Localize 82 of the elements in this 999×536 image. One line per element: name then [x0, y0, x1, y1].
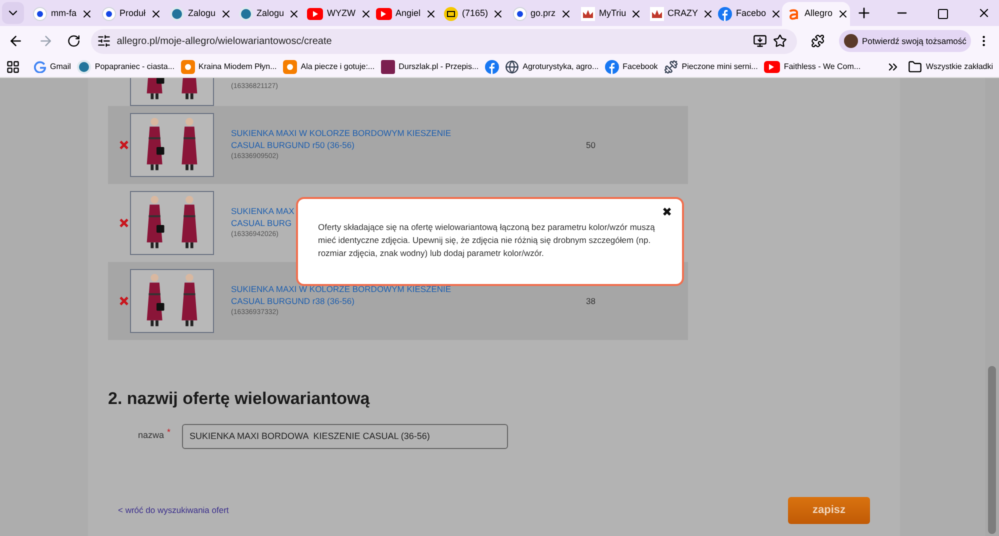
browser-tab[interactable]: Produł	[96, 2, 165, 26]
bookmark[interactable]: Faithless - We Com...	[764, 60, 861, 72]
crown-icon	[581, 7, 595, 21]
browser-tab[interactable]: Zalogu	[165, 2, 234, 26]
globe-icon	[504, 60, 519, 74]
wordpress-icon	[76, 60, 91, 74]
play-icon	[376, 8, 392, 20]
close-button[interactable]: ✖	[662, 203, 672, 221]
back-icon[interactable]	[8, 33, 24, 49]
browser-tab[interactable]: Facebo	[713, 2, 782, 26]
extensions-icon[interactable]	[811, 34, 825, 48]
url-field[interactable]: allegro.pl/moje-allegro/wielowariantowosc/create	[90, 28, 798, 54]
install-icon[interactable]	[753, 34, 768, 48]
close-tab-icon[interactable]	[288, 8, 300, 20]
quantity: 38	[586, 294, 596, 308]
restore-icon[interactable]	[937, 8, 949, 20]
wordpress-icon	[238, 7, 252, 21]
close-tab-icon[interactable]	[424, 8, 437, 20]
bookmark-star-icon[interactable]	[773, 34, 788, 48]
google-icon	[34, 60, 46, 72]
browser-tab[interactable]: MyTriu	[576, 2, 644, 26]
browser-tab[interactable]: Angiel	[370, 2, 439, 26]
section-title: 2. nazwij ofertę wielowariantową	[108, 388, 371, 410]
close-icon[interactable]	[977, 6, 991, 20]
close-tab-icon[interactable]	[150, 8, 162, 20]
bookmark[interactable]: Durszlak.pl - Przepis...	[380, 60, 479, 74]
close-tab-icon[interactable]	[770, 8, 782, 20]
page-icon	[102, 7, 116, 21]
browser-tab[interactable]: mm-fa	[28, 2, 96, 26]
modal-message: Oferty składające się na ofertę wielowariantową łączoną bez parametru kolor/wzór muszą mieć identyczne zdjęcia. Upewnij się, że zdjęcia nie różnią się drobnym szczegółem (np. rozmiar zdjęcia, znak wodny) lub dodaj parametr kolor/wzór.	[318, 221, 656, 260]
reload-icon[interactable]	[67, 34, 81, 48]
mail-icon	[444, 7, 458, 21]
bookmark[interactable]: Pieczone mini serni...	[664, 60, 758, 74]
bookmark-icon	[380, 60, 395, 74]
folder-icon	[908, 60, 922, 74]
play-icon	[764, 60, 780, 72]
new-tab-icon[interactable]	[856, 5, 872, 21]
close-tab-icon[interactable]	[220, 8, 232, 20]
name-input[interactable]: SUKIENKA MAXI BORDOWA KIESZENIE CASUAL (36-56)	[182, 424, 508, 448]
close-tab-icon[interactable]	[560, 8, 572, 20]
bookmark[interactable]: Ala piecze i gotuje:...	[282, 60, 375, 74]
allegro-icon	[786, 7, 800, 21]
browser-tab[interactable]: WYZW	[302, 2, 370, 26]
play-icon	[307, 8, 323, 20]
browser-tab[interactable]: Zalogu	[234, 2, 302, 26]
avatar-icon	[844, 34, 858, 48]
bookmark[interactable]: Gmail	[34, 60, 71, 72]
close-tab-icon[interactable]	[492, 8, 504, 20]
field-label: nazwa	[138, 429, 164, 442]
back-link[interactable]: < wróć do wyszukiwania ofert	[118, 504, 229, 516]
bookmark[interactable]: Kraina Miodem Płyn...	[180, 60, 277, 74]
close-tab-icon[interactable]	[360, 8, 372, 20]
facebook-icon	[718, 7, 732, 21]
scrollbar[interactable]	[985, 78, 999, 536]
close-tab-icon[interactable]	[836, 8, 849, 20]
browser-tab[interactable]: (7165)	[439, 2, 508, 26]
tab-list-button[interactable]	[2, 2, 24, 24]
wordpress-icon	[170, 7, 184, 21]
facebook-icon	[604, 60, 619, 74]
browser-tab[interactable]: CRAZY	[644, 2, 713, 26]
apps-icon[interactable]	[6, 60, 20, 74]
dumbbell-icon	[664, 60, 678, 74]
profile-button[interactable]: Potwierdź swoją tożsamość	[839, 30, 972, 52]
bookmark[interactable]: Popapraniec - ciasta...	[76, 60, 174, 74]
required-mark: *	[167, 426, 171, 440]
close-tab-icon[interactable]	[702, 8, 714, 20]
close-tab-icon[interactable]	[630, 8, 642, 20]
browser-tab[interactable]: Allegro	[782, 2, 850, 26]
blog-icon	[282, 60, 297, 74]
all-bookmarks[interactable]: Wszystkie zakładki	[908, 60, 993, 74]
page-icon	[33, 7, 47, 21]
blog-icon	[180, 60, 194, 74]
bookmark[interactable]: Agroturystyka, agro...	[504, 60, 599, 74]
facebook-icon	[484, 60, 499, 74]
close-tab-icon[interactable]	[80, 8, 92, 20]
quantity: 50	[586, 138, 596, 152]
site-info-icon[interactable]	[96, 34, 111, 48]
bookmark[interactable]: Facebook	[604, 60, 658, 74]
remove-button[interactable]	[119, 218, 129, 228]
crown-icon	[650, 7, 664, 21]
page-icon	[512, 7, 526, 21]
browser-tab[interactable]: go.prz	[508, 2, 576, 26]
